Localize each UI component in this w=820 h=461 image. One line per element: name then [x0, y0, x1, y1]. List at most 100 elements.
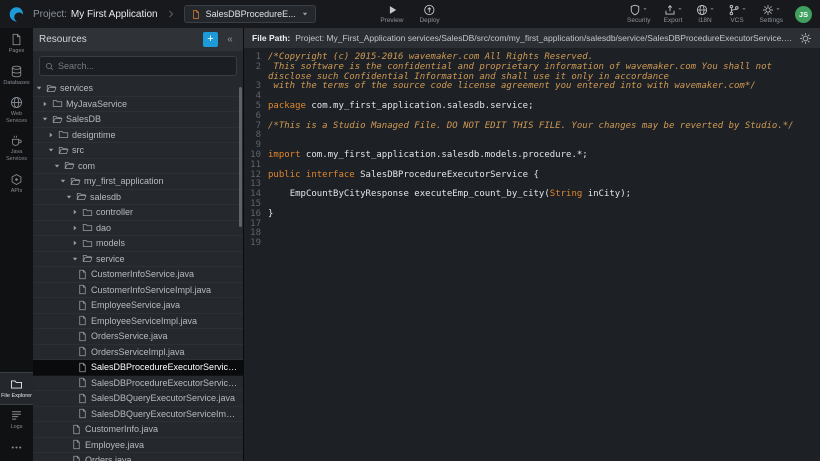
code-text: package com.my_first_application.salesdb… [268, 102, 820, 112]
file-icon [71, 455, 82, 461]
tree-item-customerinfoserviceimpl-java[interactable]: CustomerInfoServiceImpl.java [33, 283, 243, 299]
tree-item-com[interactable]: com [33, 159, 243, 175]
tree-item-salesdbprocedureexecutorservice-java[interactable]: SalesDBProcedureExecutorService.java [33, 360, 243, 376]
tree-item-services[interactable]: services [33, 81, 243, 97]
vcs-button[interactable]: VCS [728, 4, 747, 24]
tree-item-employeeserviceimpl-java[interactable]: EmployeeServiceImpl.java [33, 314, 243, 330]
code-text [268, 220, 820, 230]
tree-item-src[interactable]: src [33, 143, 243, 159]
code-token: /*This is a Studio Managed File. DO NOT … [268, 121, 794, 131]
security-button[interactable]: Security [627, 4, 650, 24]
tree-item-service[interactable]: service [33, 252, 243, 268]
tree-item-employeeservice-java[interactable]: EmployeeService.java [33, 298, 243, 314]
rail-item-more[interactable] [0, 436, 33, 461]
caret-down-icon [709, 6, 715, 12]
add-resource-button[interactable]: + [203, 32, 218, 47]
tree-item-label: CustomerInfoService.java [91, 269, 194, 279]
tree-item-orders-java[interactable]: Orders.java [33, 453, 243, 461]
code-text [268, 131, 820, 141]
tree-item-salesdbprocedureexecutorserviceimpl-java[interactable]: SalesDBProcedureExecutorServiceImpl.java [33, 376, 243, 392]
tree-scrollbar[interactable] [239, 87, 242, 227]
tree-item-designtime[interactable]: designtime [33, 128, 243, 144]
file-icon [77, 362, 88, 373]
file-icon [71, 439, 82, 450]
tree-item-employee-java[interactable]: Employee.java [33, 438, 243, 454]
export-button[interactable]: Export [664, 4, 683, 24]
settings-button[interactable]: Settings [760, 4, 784, 24]
file-selector-dropdown[interactable]: SalesDBProcedureE... [184, 5, 316, 23]
tree-item-salesdb[interactable]: salesdb [33, 190, 243, 206]
code-line: 2 This software is the confidential and … [244, 63, 820, 83]
tree-item-controller[interactable]: controller [33, 205, 243, 221]
code-token: public interface [268, 170, 355, 180]
tree-item-dao[interactable]: dao [33, 221, 243, 237]
collapse-panel-button[interactable]: « [223, 32, 237, 47]
caret-down-icon [41, 115, 49, 123]
folder-icon [82, 238, 93, 249]
rail-item-label: Databases [3, 80, 29, 87]
tree-item-models[interactable]: models [33, 236, 243, 252]
preview-button[interactable]: Preview [380, 4, 403, 24]
folder-open-icon [52, 114, 63, 125]
file-icon [77, 284, 88, 295]
tree-item-salesdbqueryexecutorservice-java[interactable]: SalesDBQueryExecutorService.java [33, 391, 243, 407]
folder-open-icon [70, 176, 81, 187]
tree-item-label: SalesDBQueryExecutorServiceImpl.java [91, 409, 239, 419]
tree-item-ordersserviceimpl-java[interactable]: OrdersServiceImpl.java [33, 345, 243, 361]
code-token: /*Copyright (c) 2015-2016 wavemaker.com … [268, 52, 593, 62]
user-avatar[interactable]: JS [795, 6, 812, 23]
rail-item-apis[interactable]: APIs [0, 168, 33, 200]
tree-item-label: EmployeeServiceImpl.java [91, 316, 197, 326]
tree-item-ordersservice-java[interactable]: OrdersService.java [33, 329, 243, 345]
caret-down-icon [642, 6, 648, 12]
rail-item-label: Pages [9, 48, 25, 55]
code-text: with the terms of the source code licens… [268, 82, 820, 92]
rail-item-logs[interactable]: Logs [0, 404, 33, 436]
tree-item-label: salesdb [90, 192, 121, 202]
tree-item-label: services [60, 83, 93, 93]
rail-item-databases[interactable]: Databases [0, 60, 33, 92]
project-name: My First Application [71, 9, 158, 20]
globe-icon [696, 4, 708, 16]
code-token: import [268, 150, 301, 160]
rail-top-group: Pages Databases Web Services Java Services A… [0, 28, 33, 199]
tree-item-my-first-application[interactable]: my_first_application [33, 174, 243, 190]
file-icon [77, 393, 88, 404]
action-label: Preview [380, 17, 403, 24]
tree-item-customerinfoservice-java[interactable]: CustomerInfoService.java [33, 267, 243, 283]
left-icon-rail: Pages Databases Web Services Java Services A… [0, 28, 33, 461]
java-icon [10, 134, 23, 147]
deploy-button[interactable]: Deploy [419, 4, 439, 24]
rail-item-label: Java Services [1, 149, 32, 162]
tree-item-salesdb[interactable]: SalesDB [33, 112, 243, 128]
rail-item-web-services[interactable]: Web Services [0, 91, 33, 129]
pages-icon [10, 33, 23, 46]
tree-item-customerinfo-java[interactable]: CustomerInfo.java [33, 422, 243, 438]
folder-open-icon [58, 145, 69, 156]
topbar-center-actions: Preview Deploy [380, 4, 439, 24]
rail-item-label: Web Services [1, 111, 32, 124]
gear-icon[interactable] [799, 32, 812, 45]
rail-item-java-services[interactable]: Java Services [0, 129, 33, 167]
tree-item-label: OrdersService.java [91, 331, 168, 341]
tree-item-label: my_first_application [84, 176, 164, 186]
folder-open-icon [46, 83, 57, 94]
code-token: This software is the confidential and pr… [268, 62, 777, 82]
tree-item-myjavaservice[interactable]: MyJavaService [33, 97, 243, 113]
code-editor[interactable]: 1/*Copyright (c) 2015-2016 wavemaker.com… [244, 48, 820, 461]
file-path-label: File Path: [252, 33, 290, 43]
code-token: package [268, 101, 306, 111]
code-token: com.my_first_application.salesdb.models.… [301, 150, 588, 160]
file-icon [77, 269, 88, 280]
deploy-icon [424, 4, 436, 16]
action-label: i18N [698, 17, 711, 24]
code-token: SalesDBProcedureExecutorService { [355, 170, 539, 180]
rail-item-pages[interactable]: Pages [0, 28, 33, 60]
play-icon [386, 4, 398, 16]
wavemaker-logo-icon [8, 6, 25, 23]
i18n-button[interactable]: i18N [696, 4, 715, 24]
rail-item-file-explorer[interactable]: File Explorer [0, 373, 33, 405]
tree-item-label: src [72, 145, 84, 155]
search-input[interactable] [58, 61, 231, 71]
tree-item-salesdbqueryexecutorserviceimpl-java[interactable]: SalesDBQueryExecutorServiceImpl.java [33, 407, 243, 423]
